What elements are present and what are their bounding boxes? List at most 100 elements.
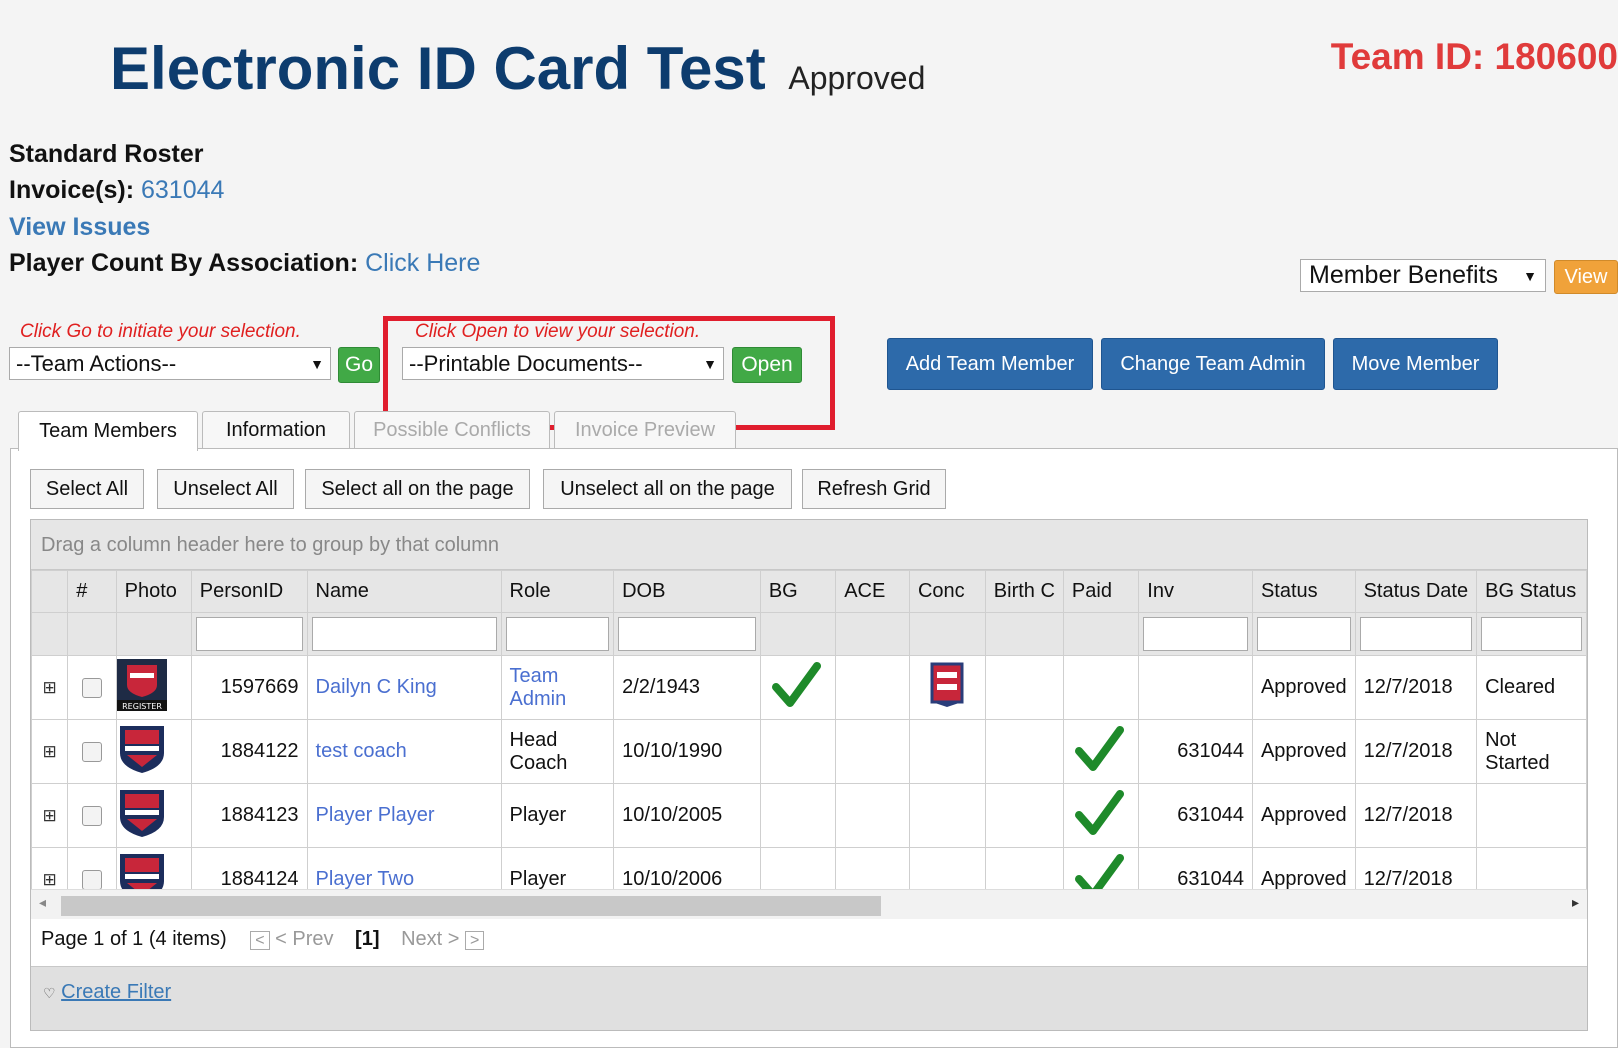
role-filter[interactable] — [505, 617, 610, 651]
status-date-filter[interactable] — [1359, 617, 1473, 651]
col-dob[interactable]: DOB — [613, 570, 761, 613]
invoice-cell: 631044 — [1138, 783, 1253, 848]
prev-arrow-icon[interactable]: < — [250, 931, 270, 950]
invoice-label: Invoice(s): — [9, 176, 135, 204]
col-conc[interactable]: Conc — [908, 570, 986, 613]
birth-cert-cell — [984, 783, 1064, 848]
move-member-button[interactable]: Move Member — [1333, 338, 1498, 390]
role-line-1: Player — [509, 804, 567, 826]
member-name-link[interactable]: Player Player — [316, 804, 435, 826]
tab-team-members[interactable]: Team Members — [18, 411, 198, 451]
dropdown-arrow-icon: ▼ — [1523, 267, 1537, 284]
invoice-link[interactable]: 631044 — [141, 176, 224, 204]
inv-filter[interactable] — [1143, 617, 1248, 651]
role-line-2[interactable]: Admin — [510, 688, 606, 711]
photo-cell — [115, 783, 192, 848]
member-name-link[interactable]: test coach — [316, 740, 407, 762]
expand-row-icon[interactable]: ⊞ — [40, 870, 59, 890]
role-cell: Team Admin — [500, 655, 615, 720]
create-filter-link[interactable]: Create Filter — [61, 981, 171, 1003]
bg-status-filter[interactable] — [1481, 617, 1582, 651]
next-arrow-icon[interactable]: > — [464, 931, 485, 950]
col-expand[interactable] — [31, 570, 69, 613]
grid-footer: ♡ Create Filter — [31, 966, 1587, 1030]
col-status[interactable]: Status — [1251, 570, 1356, 613]
role-line-1[interactable]: Team — [510, 665, 606, 688]
col-paid[interactable]: Paid — [1062, 570, 1140, 613]
title-text: Electronic ID Card Test — [110, 35, 766, 102]
col-role[interactable]: Role — [500, 570, 615, 613]
name-filter[interactable] — [311, 617, 497, 651]
expand-row-icon[interactable]: ⊞ — [40, 806, 59, 826]
row-checkbox[interactable] — [81, 869, 102, 890]
member-name-link[interactable]: Dailyn C King — [316, 676, 437, 698]
status-date-cell: 12/7/2018 — [1354, 783, 1478, 848]
member-benefits-view-button[interactable]: View — [1554, 260, 1618, 294]
table-row[interactable]: ⊞ REGISTER 1597669 Dailyn C King Team Admin 2/… — [31, 655, 1587, 720]
person-id-cell: 1884123 — [190, 783, 308, 848]
col-photo[interactable]: Photo — [115, 570, 192, 613]
refresh-grid-button[interactable]: Refresh Grid — [802, 469, 946, 509]
pager-summary: Page 1 of 1 (4 items) — [41, 928, 227, 950]
status-filter[interactable] — [1256, 617, 1351, 651]
table-row[interactable]: ⊞ 1884123 Player Player Player 10/10/2005 631… — [31, 783, 1587, 848]
expand-row-icon[interactable]: ⊞ — [40, 678, 59, 698]
status-cell: Approved — [1251, 655, 1356, 720]
view-issues-line: View Issues — [9, 213, 150, 242]
unselect-all-button[interactable]: Unselect All — [157, 469, 294, 509]
col-ace[interactable]: ACE — [835, 570, 910, 613]
ace-cell — [835, 719, 910, 784]
invoice-cell — [1138, 655, 1253, 720]
roster-type: Standard Roster — [9, 140, 203, 169]
view-issues-link[interactable]: View Issues — [9, 213, 150, 241]
tab-possible-conflicts[interactable]: Possible Conflicts — [354, 411, 550, 448]
select-all-button[interactable]: Select All — [30, 469, 144, 509]
scroll-right-icon[interactable]: ▸ — [1572, 894, 1579, 911]
scrollbar-thumb[interactable] — [61, 896, 881, 916]
person-id-filter[interactable] — [195, 617, 303, 651]
change-team-admin-button[interactable]: Change Team Admin — [1101, 338, 1325, 390]
status-cell: Approved — [1251, 783, 1356, 848]
member-name-link[interactable]: Player Two — [316, 868, 415, 890]
col-bg-status[interactable]: BG Status — [1476, 570, 1587, 613]
scroll-left-icon[interactable]: ◂ — [39, 894, 46, 911]
add-team-member-button[interactable]: Add Team Member — [887, 338, 1093, 390]
status-date-cell: 12/7/2018 — [1354, 719, 1478, 784]
svg-text:REGISTER: REGISTER — [122, 702, 162, 711]
col-name[interactable]: Name — [306, 570, 502, 613]
col-status-date[interactable]: Status Date — [1354, 570, 1478, 613]
ace-cell — [835, 783, 910, 848]
player-count-link[interactable]: Click Here — [365, 249, 480, 277]
col-bg[interactable]: BG — [759, 570, 837, 613]
bg-status-cell — [1476, 783, 1587, 848]
next-link[interactable]: Next > — [401, 928, 459, 950]
go-hint: Click Go to initiate your selection. — [20, 321, 301, 342]
col-birth-c[interactable]: Birth C — [984, 570, 1064, 613]
col-person-id[interactable]: PersonID — [190, 570, 308, 613]
conc-cell — [908, 655, 986, 720]
col-number[interactable]: # — [67, 570, 117, 613]
prev-link[interactable]: < Prev — [275, 928, 333, 950]
unselect-all-page-button[interactable]: Unselect all on the page — [543, 469, 792, 509]
go-button[interactable]: Go — [338, 347, 380, 383]
tab-invoice-preview[interactable]: Invoice Preview — [554, 411, 736, 448]
members-table: # Photo PersonID Name Role DOB BG ACE Co… — [31, 570, 1587, 912]
table-row[interactable]: ⊞ 1884122 test coach Head Coach 10/10/1990 631… — [31, 719, 1587, 784]
col-inv[interactable]: Inv — [1138, 570, 1253, 613]
horizontal-scrollbar[interactable]: ◂ ▸ — [31, 889, 1587, 919]
bg-status-cell: Not Started — [1476, 719, 1587, 784]
person-id-cell: 1884122 — [190, 719, 308, 784]
row-checkbox[interactable] — [81, 741, 102, 762]
select-all-page-button[interactable]: Select all on the page — [305, 469, 530, 509]
photo-cell: REGISTER — [115, 655, 192, 720]
dob-cell: 10/10/1990 — [613, 719, 761, 784]
row-checkbox[interactable] — [81, 677, 102, 698]
member-benefits-value: Member Benefits — [1309, 261, 1498, 289]
tab-information[interactable]: Information — [202, 411, 350, 448]
member-benefits-select[interactable]: Member Benefits ▼ — [1300, 259, 1546, 292]
status-cell: Approved — [1251, 719, 1356, 784]
expand-row-icon[interactable]: ⊞ — [40, 742, 59, 762]
dob-filter[interactable] — [618, 617, 756, 651]
team-actions-select[interactable]: --Team Actions-- ▼ — [9, 347, 331, 380]
row-checkbox[interactable] — [81, 805, 102, 826]
